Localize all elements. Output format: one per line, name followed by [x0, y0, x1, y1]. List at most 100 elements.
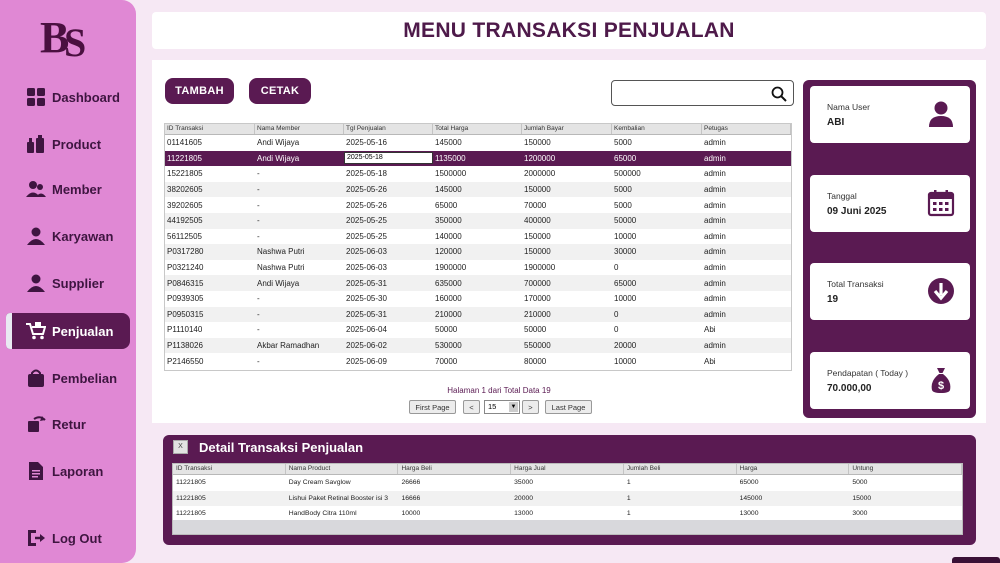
sidebar-item-pembelian[interactable]: Pembelian [0, 360, 130, 396]
table-row[interactable]: 38202605 - 2025-05-26 145000 150000 5000 admin [165, 181, 791, 198]
sidebar-item-retur[interactable]: Retur [0, 406, 130, 442]
prev-page-button[interactable]: < [463, 400, 480, 414]
table-cell: 170000 [524, 294, 551, 304]
table-row[interactable]: P0846315 Andi Wijaya 2025-05-31 635000 70000… [165, 275, 791, 291]
table-cell: 11221805 [176, 494, 206, 502]
column-header[interactable]: Harga Jual [511, 464, 624, 474]
table-cell: 13000 [514, 510, 534, 518]
print-button[interactable]: CETAK [249, 78, 311, 104]
column-header[interactable]: Nama Product [286, 464, 399, 474]
table-cell: 1 [626, 510, 631, 518]
brand-logo: B S [40, 13, 86, 60]
table-cell: Day Cream Savglow [288, 479, 351, 487]
table-row[interactable]: P0317280 Nashwa Putri 2025-06-03 120000 1500… [165, 244, 791, 260]
table-row[interactable]: P2146550 - 2025-06-09 70000 80000 10000 Abi [165, 353, 791, 369]
title-bar: MENU TRANSAKSI PENJUALAN [152, 12, 986, 49]
search-input[interactable] [611, 80, 794, 106]
column-header[interactable]: Harga Beli [398, 464, 512, 474]
svg-text:$: $ [938, 380, 944, 392]
table-cell: 11221805 [176, 510, 206, 518]
last-page-button[interactable]: Last Page [545, 400, 592, 414]
table-row[interactable]: P0321240 Nashwa Putri 2025-06-03 1900000 190… [165, 260, 791, 276]
table-row[interactable]: P0950315 - 2025-05-31 210000 210000 0 admin [165, 306, 791, 323]
table-cell: admin [704, 153, 726, 163]
table-cell: 1135000 [435, 153, 466, 163]
table-cell: 5000 [852, 479, 868, 487]
sidebar-item-product[interactable]: Product [0, 126, 130, 162]
table-cell: 635000 [435, 278, 462, 288]
column-header[interactable]: Jumlah Beli [624, 464, 737, 474]
table-cell: P0321240 [167, 263, 204, 273]
dashboard-icon [26, 87, 46, 107]
table-body: 01141605 Andi Wijaya 2025-05-16 145000 15000… [165, 135, 791, 369]
table-cell: 35000 [514, 479, 534, 487]
report-icon [26, 461, 46, 481]
sidebar-item-label: Penjualan [52, 323, 114, 339]
sidebar-item-dashboard[interactable]: Dashboard [0, 79, 130, 115]
column-header[interactable]: Petugas [702, 124, 791, 134]
table-row[interactable]: 56112505 - 2025-05-25 140000 150000 10000 admi… [165, 229, 791, 245]
table-row[interactable]: P1110140 - 2025-06-04 50000 50000 0 Abi [165, 322, 791, 338]
sidebar-item-karyawan[interactable]: Karyawan [0, 218, 130, 254]
table-cell: 2025-05-31 [346, 309, 387, 319]
column-header[interactable]: Total Harga [433, 124, 522, 134]
table-cell: 10000 [614, 356, 637, 366]
income-value: 70.000,00 [827, 383, 872, 394]
search-icon[interactable] [771, 86, 787, 102]
sidebar-item-supplier[interactable]: Supplier [0, 265, 130, 301]
table-cell: 2025-05-18 [346, 169, 387, 179]
transactions-table[interactable]: ID Transaksi Nama Member Tgl Penjualan T… [164, 123, 792, 371]
next-page-button[interactable]: > [522, 400, 539, 414]
table-cell: 20000 [514, 494, 534, 502]
table-cell: 530000 [435, 341, 462, 351]
table-cell: - [257, 231, 260, 241]
column-header[interactable]: Tgl Penjualan [344, 124, 433, 134]
table-cell: P0317280 [167, 247, 204, 257]
cart-icon [26, 321, 46, 341]
table-cell: 65000 [435, 200, 458, 210]
table-row[interactable]: 44192505 - 2025-05-25 350000 400000 50000 admi… [165, 212, 791, 229]
chevron-down-icon[interactable]: ▼ [509, 402, 518, 412]
table-cell: 145000 [435, 138, 462, 148]
table-row[interactable]: 11221805 Andi Wijaya 2025-05-18 1135000 1200… [165, 150, 791, 167]
detail-title: Detail Transaksi Penjualan [199, 440, 364, 455]
table-row[interactable]: 11221805 Day Cream Savglow 26666 35000 1 6500… [173, 475, 962, 491]
sidebar-item-label: Product [52, 136, 102, 152]
page-size-select[interactable]: 15 ▼ [484, 400, 520, 414]
table-row[interactable]: 15221805 - 2025-05-18 1500000 2000000 500000 a… [165, 166, 791, 182]
column-header[interactable]: Harga [737, 464, 850, 474]
table-cell: admin [704, 278, 726, 288]
column-header[interactable]: Jumlah Bayar [522, 124, 612, 134]
column-header[interactable]: ID Transaksi [173, 464, 286, 474]
table-row[interactable]: 39202605 - 2025-05-26 65000 70000 5000 admin [165, 197, 791, 213]
table-row[interactable]: 11221805 Lishui Paket Retinal Booster isi… [173, 490, 962, 506]
table-cell: 56112505 [167, 231, 202, 241]
table-cell: 1 [626, 494, 631, 502]
table-cell: P0846315 [167, 278, 204, 288]
logout-button[interactable]: Log Out [0, 520, 130, 556]
table-row[interactable]: 01141605 Andi Wijaya 2025-05-16 145000 15000… [165, 135, 791, 151]
column-header[interactable]: Nama Member [255, 124, 344, 134]
sidebar-item-member[interactable]: Member [0, 171, 130, 207]
close-button[interactable]: X [173, 440, 188, 454]
user-label: Nama User [827, 102, 870, 112]
sidebar-item-penjualan[interactable]: Penjualan [6, 313, 130, 349]
table-row[interactable]: P0939305 - 2025-05-30 160000 170000 10000 admi… [165, 291, 791, 307]
corner-tab [952, 557, 1000, 563]
column-header[interactable]: Untung [849, 464, 962, 474]
column-header[interactable]: Kembalian [612, 124, 702, 134]
first-page-button[interactable]: First Page [409, 400, 456, 414]
table-cell: 1500000 [435, 169, 467, 179]
table-cell: 150000 [524, 247, 551, 257]
table-cell: 2025-06-09 [346, 356, 387, 366]
add-button[interactable]: TAMBAH [165, 78, 234, 104]
table-cell: Lishui Paket Retinal Booster isi 3 [288, 494, 389, 502]
table-cell: Andi Wijaya [257, 278, 300, 288]
column-header[interactable]: ID Transaksi [165, 124, 255, 134]
detail-table[interactable]: ID Transaksi Nama Product Harga Beli Har… [172, 463, 963, 535]
table-cell: 2025-06-02 [346, 341, 387, 351]
table-cell: - [257, 356, 260, 366]
table-row[interactable]: P1138026 Akbar Ramadhan 2025-06-02 530000 55… [165, 337, 791, 354]
table-cell: - [257, 216, 260, 226]
sidebar-item-laporan[interactable]: Laporan [0, 453, 130, 489]
